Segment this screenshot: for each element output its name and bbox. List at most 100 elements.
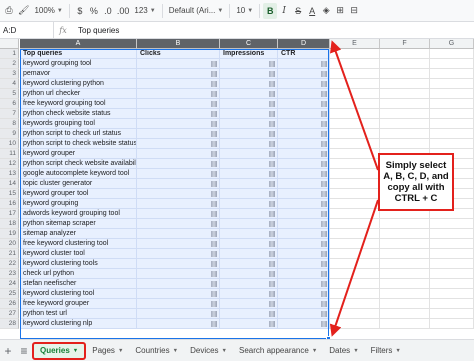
table-cell[interactable] [220, 89, 278, 99]
table-cell[interactable] [430, 49, 474, 59]
table-cell[interactable] [137, 249, 220, 259]
table-cell[interactable] [330, 249, 380, 259]
number-format-select[interactable]: 123 ▼ [131, 3, 158, 19]
table-cell[interactable] [220, 189, 278, 199]
table-cell[interactable] [330, 159, 380, 169]
table-cell[interactable] [220, 229, 278, 239]
table-cell[interactable] [137, 159, 220, 169]
table-cell[interactable]: topic cluster generator [20, 179, 137, 189]
table-cell[interactable] [278, 249, 330, 259]
table-cell[interactable]: free keyword grouping tool [20, 99, 137, 109]
tab-devices[interactable]: Devices ▼ [184, 342, 233, 360]
table-cell[interactable] [330, 99, 380, 109]
row-header[interactable]: 2 [0, 59, 19, 69]
column-header-b[interactable]: B [137, 39, 220, 49]
table-cell[interactable] [380, 289, 430, 299]
name-box[interactable]: A:D [0, 22, 54, 38]
table-cell[interactable] [278, 259, 330, 269]
table-cell[interactable] [330, 79, 380, 89]
formula-input[interactable]: Top queries [72, 26, 119, 35]
strikethrough-button[interactable]: S [291, 3, 305, 19]
table-cell[interactable] [278, 79, 330, 89]
table-cell[interactable] [430, 259, 474, 269]
table-cell[interactable] [220, 159, 278, 169]
table-cell[interactable] [380, 319, 430, 329]
table-cell[interactable]: keyword cluster tool [20, 249, 137, 259]
table-cell[interactable]: keyword grouping tool [20, 59, 137, 69]
row-header[interactable]: 23 [0, 269, 19, 279]
table-cell[interactable] [137, 279, 220, 289]
table-cell[interactable] [380, 119, 430, 129]
select-all-corner[interactable] [0, 39, 19, 49]
table-cell[interactable] [380, 79, 430, 89]
table-cell[interactable] [380, 69, 430, 79]
table-cell[interactable] [137, 259, 220, 269]
table-cell[interactable] [380, 219, 430, 229]
row-header[interactable]: 14 [0, 179, 19, 189]
table-cell[interactable] [330, 229, 380, 239]
table-cell[interactable] [220, 299, 278, 309]
row-header[interactable]: 16 [0, 199, 19, 209]
table-cell[interactable] [220, 279, 278, 289]
table-cell[interactable] [220, 109, 278, 119]
table-cell[interactable]: keyword clustering tools [20, 259, 137, 269]
table-cell[interactable] [278, 69, 330, 79]
table-cell[interactable] [278, 169, 330, 179]
column-header-c[interactable]: C [220, 39, 278, 49]
row-header[interactable]: 6 [0, 99, 19, 109]
table-cell[interactable] [220, 209, 278, 219]
table-cell[interactable] [330, 209, 380, 219]
add-sheet-icon[interactable]: + [0, 342, 16, 360]
table-cell[interactable] [330, 289, 380, 299]
table-cell[interactable]: keywords grouping tool [20, 119, 137, 129]
row-header[interactable]: 12 [0, 159, 19, 169]
table-cell[interactable] [380, 59, 430, 69]
table-cell[interactable] [380, 49, 430, 59]
table-cell[interactable] [137, 109, 220, 119]
table-cell[interactable] [278, 209, 330, 219]
table-cell[interactable] [137, 139, 220, 149]
table-cell[interactable] [220, 269, 278, 279]
table-cell[interactable] [220, 219, 278, 229]
tab-countries[interactable]: Countries ▼ [129, 342, 184, 360]
table-cell[interactable] [330, 149, 380, 159]
table-cell[interactable] [278, 219, 330, 229]
table-cell[interactable] [220, 199, 278, 209]
table-cell[interactable] [137, 209, 220, 219]
all-sheets-icon[interactable]: ≡ [16, 342, 32, 360]
table-cell[interactable] [278, 279, 330, 289]
table-cell[interactable] [220, 249, 278, 259]
row-header[interactable]: 13 [0, 169, 19, 179]
table-cell[interactable] [430, 99, 474, 109]
table-cell[interactable] [380, 89, 430, 99]
table-cell[interactable] [330, 119, 380, 129]
decrease-decimals-button[interactable]: .0 [101, 3, 115, 19]
table-cell[interactable] [278, 309, 330, 319]
table-cell[interactable] [137, 169, 220, 179]
table-cell[interactable] [330, 239, 380, 249]
table-cell[interactable] [137, 289, 220, 299]
table-cell[interactable] [220, 119, 278, 129]
table-cell[interactable] [380, 239, 430, 249]
table-cell[interactable] [430, 239, 474, 249]
table-cell[interactable] [330, 59, 380, 69]
table-cell[interactable] [330, 89, 380, 99]
text-color-button[interactable]: A [305, 3, 319, 19]
table-cell[interactable]: check url python [20, 269, 137, 279]
table-cell[interactable] [430, 299, 474, 309]
table-cell[interactable] [278, 139, 330, 149]
table-cell[interactable] [220, 79, 278, 89]
table-cell[interactable] [137, 199, 220, 209]
row-header[interactable]: 9 [0, 129, 19, 139]
table-cell[interactable]: google autocomplete keyword tool [20, 169, 137, 179]
table-cell[interactable] [380, 269, 430, 279]
row-header[interactable]: 8 [0, 119, 19, 129]
table-cell[interactable] [330, 49, 380, 59]
table-cell[interactable] [220, 139, 278, 149]
table-cell[interactable] [380, 229, 430, 239]
table-cell[interactable]: keyword clustering tool [20, 289, 137, 299]
table-cell[interactable] [430, 59, 474, 69]
table-cell[interactable] [278, 289, 330, 299]
table-cell[interactable] [137, 59, 220, 69]
table-cell[interactable] [430, 129, 474, 139]
